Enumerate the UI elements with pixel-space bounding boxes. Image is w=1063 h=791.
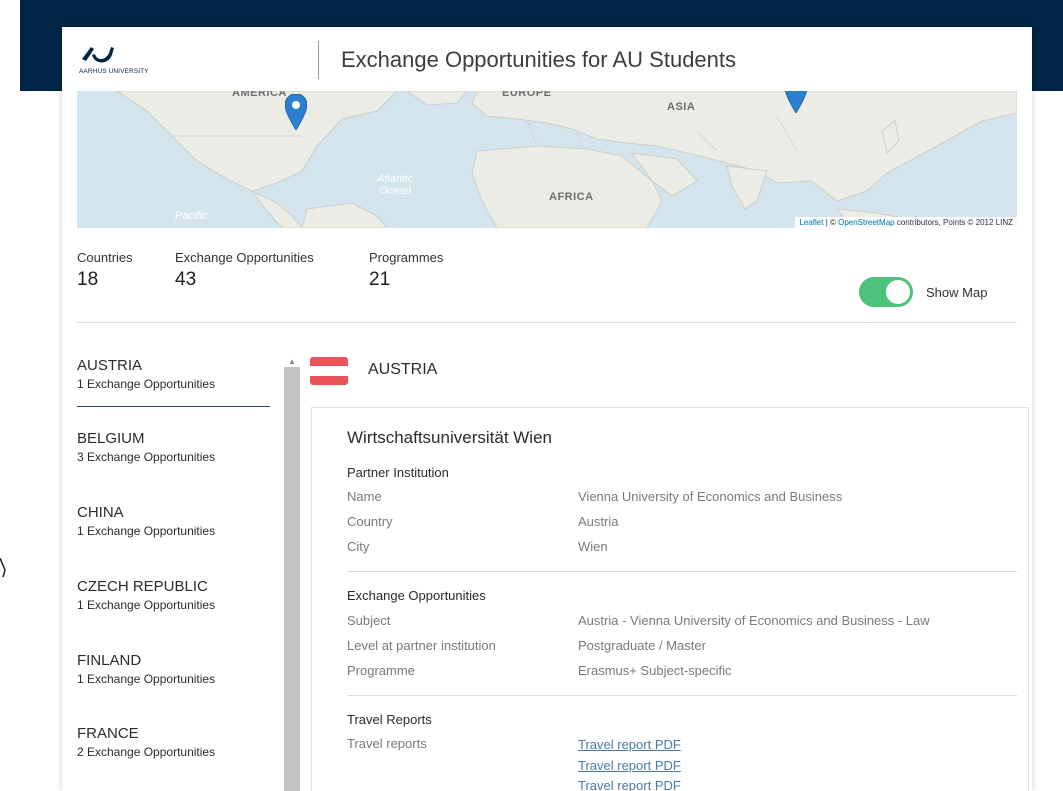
partner-section-title: Partner Institution bbox=[347, 465, 449, 480]
map-attribution: Leaflet | © OpenStreetMap contributors, … bbox=[795, 217, 1017, 228]
subject-value: Austria - Vienna University of Economics… bbox=[578, 613, 930, 628]
partner-country-label: Country bbox=[347, 514, 393, 529]
country-item-china[interactable]: CHINA 1 Exchange Opportunities bbox=[77, 504, 270, 554]
map-label-america: AMERICA bbox=[232, 91, 287, 99]
main-card: AARHUS UNIVERSITY Exchange Opportunities… bbox=[62, 27, 1032, 791]
map-marker-icon[interactable] bbox=[285, 94, 307, 130]
au-logo-icon bbox=[82, 47, 114, 63]
austria-flag-icon bbox=[310, 357, 348, 385]
subject-label: Subject bbox=[347, 613, 391, 628]
country-item-czech-republic[interactable]: CZECH REPUBLIC 1 Exchange Opportunities bbox=[77, 578, 270, 628]
travel-reports-label: Travel reports bbox=[347, 736, 427, 751]
country-item-belgium[interactable]: BELGIUM 3 Exchange Opportunities bbox=[77, 430, 270, 480]
level-value: Postgraduate / Master bbox=[578, 638, 706, 653]
partner-city-value: Wien bbox=[578, 539, 608, 554]
map-label-africa: AFRICA bbox=[549, 191, 594, 203]
page-title: Exchange Opportunities for AU Students bbox=[341, 47, 737, 72]
scroll-up-icon[interactable]: ▲ bbox=[286, 357, 298, 367]
travel-report-link[interactable]: Travel report PDF bbox=[578, 778, 681, 791]
world-map[interactable]: AMERICA EUROPE ASIA AFRICA Atlantic Ocea… bbox=[77, 91, 1017, 228]
scrollbar-thumb[interactable] bbox=[284, 367, 300, 791]
map-label-asia: ASIA bbox=[667, 101, 696, 113]
show-map-toggle[interactable] bbox=[859, 277, 913, 307]
stat-exchange: Exchange Opportunities 43 bbox=[175, 250, 314, 290]
level-label: Level at partner institution bbox=[347, 638, 496, 653]
stat-programmes: Programmes 21 bbox=[369, 250, 444, 290]
au-logo[interactable]: AARHUS UNIVERSITY bbox=[79, 39, 189, 79]
card-separator bbox=[347, 695, 1017, 696]
partner-city-label: City bbox=[347, 539, 370, 554]
country-item-austria[interactable]: AUSTRIA 1 Exchange Opportunities bbox=[77, 357, 270, 407]
exchange-section-title: Exchange Opportunities bbox=[347, 588, 486, 603]
map-label-pacific: Pacific bbox=[175, 210, 208, 222]
programme-value: Erasmus+ Subject-specific bbox=[578, 663, 732, 678]
country-item-france[interactable]: FRANCE 2 Exchange Opportunities bbox=[77, 725, 270, 775]
institution-card: Wirtschaftsuniversität Wien Partner Inst… bbox=[311, 407, 1029, 791]
map-land bbox=[116, 91, 1017, 228]
travel-report-link[interactable]: Travel report PDF bbox=[578, 758, 681, 773]
partner-name-value: Vienna University of Economics and Busin… bbox=[578, 489, 843, 504]
logo-text: AARHUS UNIVERSITY bbox=[79, 68, 149, 75]
map-marker-icon[interactable] bbox=[785, 91, 807, 113]
osm-link[interactable]: OpenStreetMap bbox=[838, 218, 894, 227]
header-divider bbox=[318, 41, 319, 79]
card-separator bbox=[347, 571, 1017, 572]
map-label-europe: EUROPE bbox=[502, 91, 552, 99]
partner-name-label: Name bbox=[347, 489, 382, 504]
leaflet-link[interactable]: Leaflet bbox=[799, 218, 823, 227]
page-header: AARHUS UNIVERSITY Exchange Opportunities… bbox=[62, 27, 1032, 91]
travel-section-title: Travel Reports bbox=[347, 712, 432, 727]
stat-countries: Countries 18 bbox=[77, 250, 133, 290]
toggle-knob bbox=[886, 280, 910, 304]
country-item-finland[interactable]: FINLAND 1 Exchange Opportunities bbox=[77, 652, 270, 702]
stray-glyph bbox=[0, 558, 6, 578]
programme-label: Programme bbox=[347, 663, 415, 678]
university-name: Wirtschaftsuniversität Wien bbox=[347, 428, 552, 447]
travel-report-link[interactable]: Travel report PDF bbox=[578, 737, 681, 752]
map-label-atlantic: Atlantic Ocean bbox=[377, 173, 414, 197]
stats-separator bbox=[77, 322, 1017, 323]
partner-country-value: Austria bbox=[578, 514, 619, 529]
show-map-label: Show Map bbox=[926, 285, 988, 300]
detail-country-name: AUSTRIA bbox=[368, 361, 438, 378]
